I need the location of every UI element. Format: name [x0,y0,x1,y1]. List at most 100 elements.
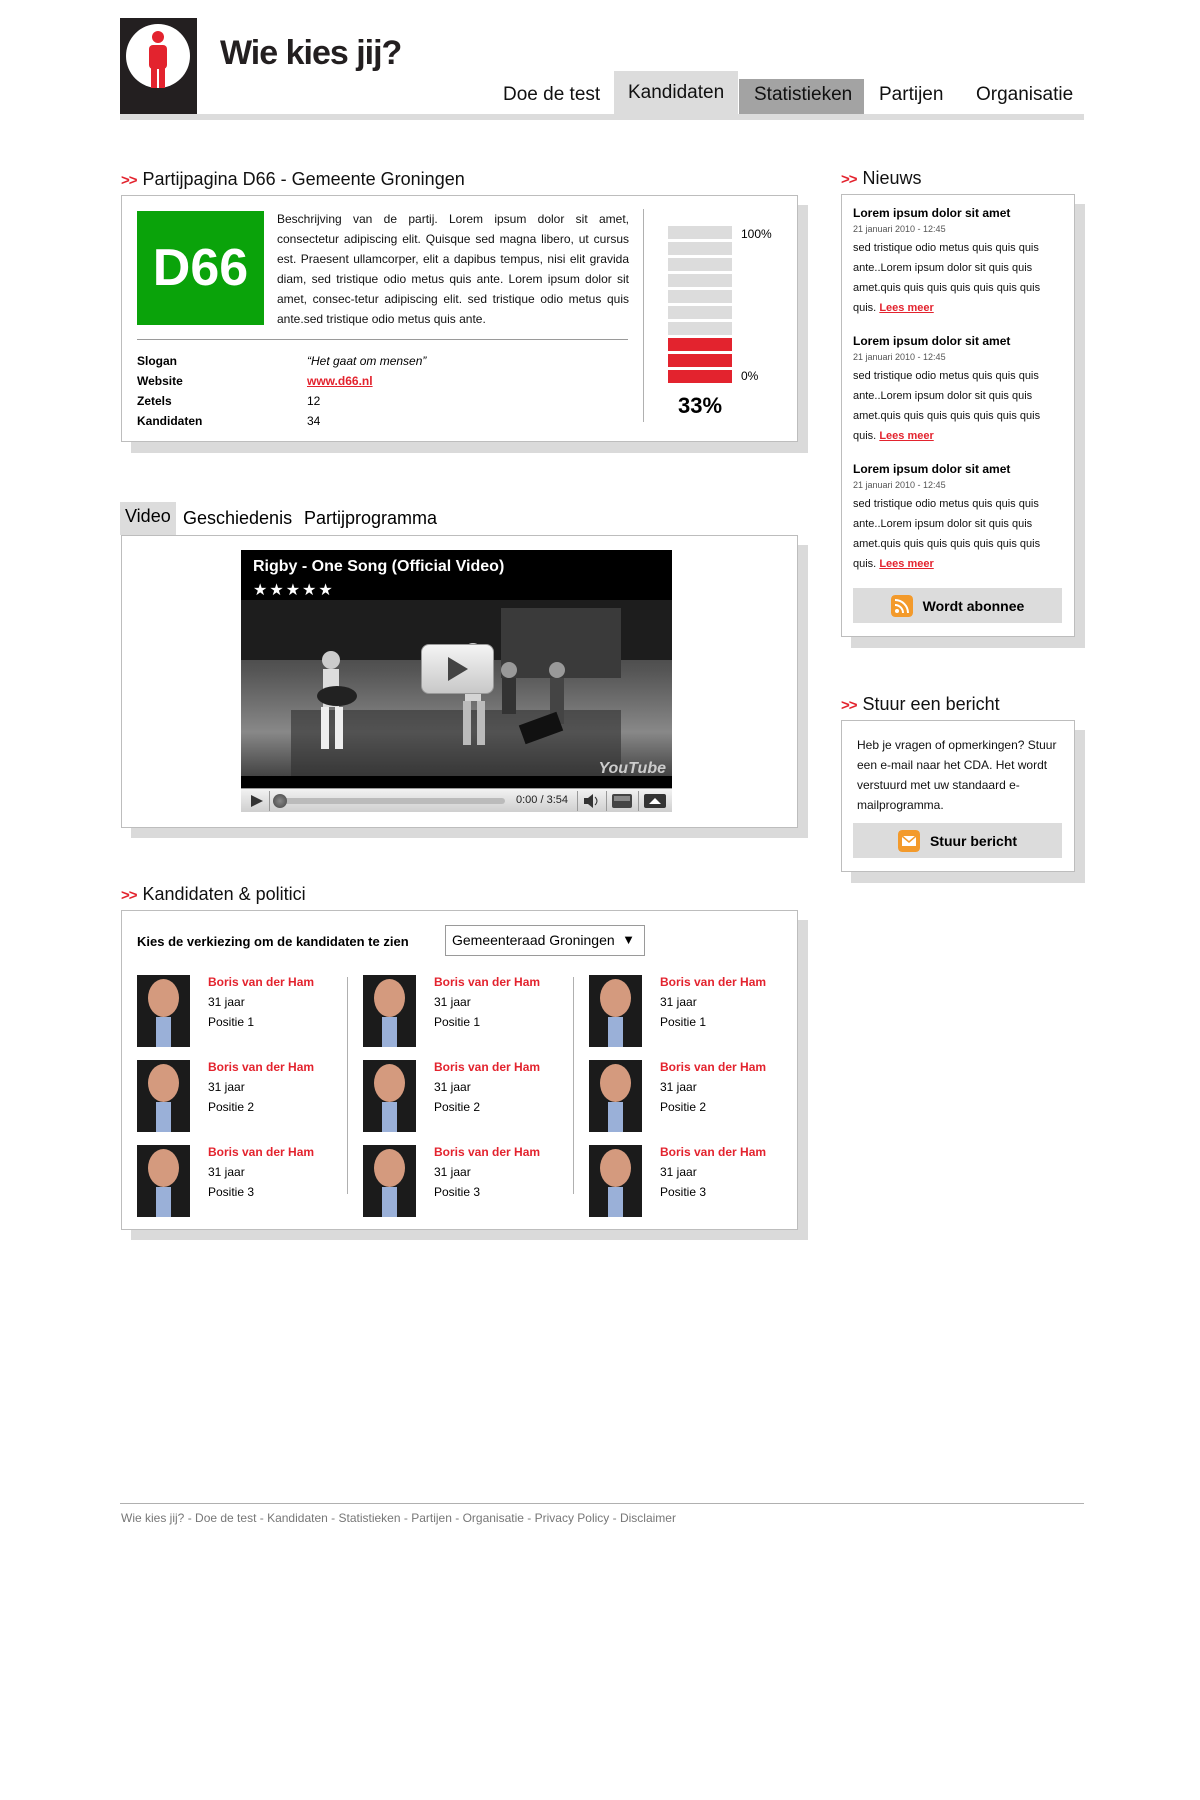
candidate-name[interactable]: Boris van der Ham [434,975,540,989]
youtube-logo[interactable]: YouTube [598,760,666,778]
nav-doe-de-test[interactable]: Doe de test [503,84,600,106]
screen-size-icon[interactable] [611,793,633,809]
footer-link[interactable]: Disclaimer [620,1511,676,1525]
footer-link[interactable]: Statistieken [338,1511,400,1525]
news-heading-text: Nieuws [862,168,922,188]
candidate-photo[interactable] [363,1060,416,1132]
news-title[interactable]: Lorem ipsum dolor sit amet [853,462,1063,476]
fullscreen-icon[interactable] [643,793,667,809]
candidate-name[interactable]: Boris van der Ham [208,1145,314,1159]
candidate-card[interactable]: Boris van der Ham 31 jaar Positie 2 [363,1060,563,1132]
caret-down-icon: ▼ [622,932,635,947]
candidate-card[interactable]: Boris van der Ham 31 jaar Positie 2 [589,1060,789,1132]
candidate-name[interactable]: Boris van der Ham [660,975,766,989]
tab-video[interactable]: Video [125,506,171,527]
video-title[interactable]: Rigby - One Song (Official Video) [253,558,504,576]
candidate-name[interactable]: Boris van der Ham [434,1060,540,1074]
candidate-name[interactable]: Boris van der Ham [208,1060,314,1074]
news-date: 21 januari 2010 - 12:45 [853,480,946,490]
candidate-photo[interactable] [589,1060,642,1132]
nav-kandidaten[interactable]: Kandidaten [628,82,724,104]
send-message-button[interactable]: Stuur bericht [853,823,1062,858]
candidate-age: 31 jaar [660,995,697,1009]
footer-divider [120,1503,1084,1504]
progress-track[interactable] [275,798,505,804]
tab-geschiedenis[interactable]: Geschiedenis [183,508,292,529]
logo-circle [126,24,190,88]
video-controls: 0:00 / 3:54 [241,788,672,812]
score-segment [668,274,732,287]
candidate-card[interactable]: Boris van der Ham 31 jaar Positie 3 [589,1145,789,1217]
candidates-column-divider [347,977,348,1194]
candidate-card[interactable]: Boris van der Ham 31 jaar Positie 3 [363,1145,563,1217]
video-card: Rigby - One Song (Official Video) ★★★★★ … [121,535,798,828]
score-percentage: 33% [678,393,723,418]
candidate-name[interactable]: Boris van der Ham [208,975,314,989]
news-title[interactable]: Lorem ipsum dolor sit amet [853,206,1063,220]
play-small-icon[interactable] [250,794,264,808]
candidate-position: Positie 3 [208,1185,255,1199]
play-button-large[interactable] [421,644,494,694]
candidate-photo[interactable] [589,1145,642,1217]
news-title[interactable]: Lorem ipsum dolor sit amet [853,334,1063,348]
website-link[interactable]: www.d66.nl [307,374,373,388]
candidate-card[interactable]: Boris van der Ham 31 jaar Positie 1 [363,975,563,1047]
read-more-link[interactable]: Lees meer [879,558,933,570]
candidate-age: 31 jaar [434,1165,471,1179]
candidate-card[interactable]: Boris van der Ham 31 jaar Positie 2 [137,1060,337,1132]
score-segment [668,226,732,239]
footer-link[interactable]: Partijen [411,1511,452,1525]
kandidaten-label: Kandidaten [137,414,203,428]
party-section-heading: >> Partijpagina D66 - Gemeente Groningen [121,169,465,190]
subscribe-button[interactable]: Wordt abonnee [853,588,1062,623]
candidate-photo[interactable] [137,1145,190,1217]
progress-handle[interactable] [273,794,287,808]
candidates-section-heading: >> Kandidaten & politici [121,884,306,905]
election-select-label: Kies de verkiezing om de kandidaten te z… [137,934,409,949]
score-segment [668,290,732,303]
candidate-photo[interactable] [363,975,416,1047]
section-arrows: >> [841,697,858,714]
candidate-card[interactable]: Boris van der Ham 31 jaar Positie 1 [589,975,789,1047]
candidate-shirt [608,1102,623,1132]
footer-link[interactable]: Doe de test [195,1511,256,1525]
footer-link[interactable]: Kandidaten [267,1511,328,1525]
candidate-photo[interactable] [137,1060,190,1132]
election-select[interactable]: Gemeenteraad Groningen ▼ [445,925,645,956]
news-body: sed tristique odio metus quis quis quis … [853,494,1063,574]
video-player[interactable]: Rigby - One Song (Official Video) ★★★★★ … [241,550,672,812]
news-date: 21 januari 2010 - 12:45 [853,224,946,234]
volume-icon[interactable] [583,794,601,808]
candidate-position: Positie 2 [434,1100,481,1114]
footer-link[interactable]: Privacy Policy [535,1511,610,1525]
footer-separator: - [523,1511,535,1525]
zetels-value: 12 [307,394,321,408]
score-segment [668,322,732,335]
candidate-name[interactable]: Boris van der Ham [660,1145,766,1159]
read-more-link[interactable]: Lees meer [879,302,933,314]
candidate-photo[interactable] [363,1145,416,1217]
candidate-age: 31 jaar [208,1165,245,1179]
candidate-face [600,979,631,1017]
candidate-card[interactable]: Boris van der Ham 31 jaar Positie 1 [137,975,337,1047]
candidate-name[interactable]: Boris van der Ham [434,1145,540,1159]
nav-organisatie[interactable]: Organisatie [976,84,1073,106]
candidate-photo[interactable] [589,975,642,1047]
read-more-link[interactable]: Lees meer [879,430,933,442]
candidate-face [148,979,179,1017]
candidate-shirt [608,1187,623,1217]
footer-link[interactable]: Organisatie [463,1511,524,1525]
footer-link[interactable]: Wie kies jij? [121,1511,184,1525]
candidate-position: Positie 3 [434,1185,481,1199]
candidate-shirt [156,1102,171,1132]
news-date: 21 januari 2010 - 12:45 [853,352,946,362]
tab-partijprogramma[interactable]: Partijprogramma [304,508,437,529]
candidate-name[interactable]: Boris van der Ham [660,1060,766,1074]
site-title[interactable]: Wie kies jij? [220,34,402,73]
site-logo[interactable] [120,18,197,114]
candidate-card[interactable]: Boris van der Ham 31 jaar Positie 3 [137,1145,337,1217]
controls-separator [577,791,578,811]
candidate-photo[interactable] [137,975,190,1047]
nav-partijen[interactable]: Partijen [879,84,943,106]
nav-statistieken[interactable]: Statistieken [754,84,852,106]
